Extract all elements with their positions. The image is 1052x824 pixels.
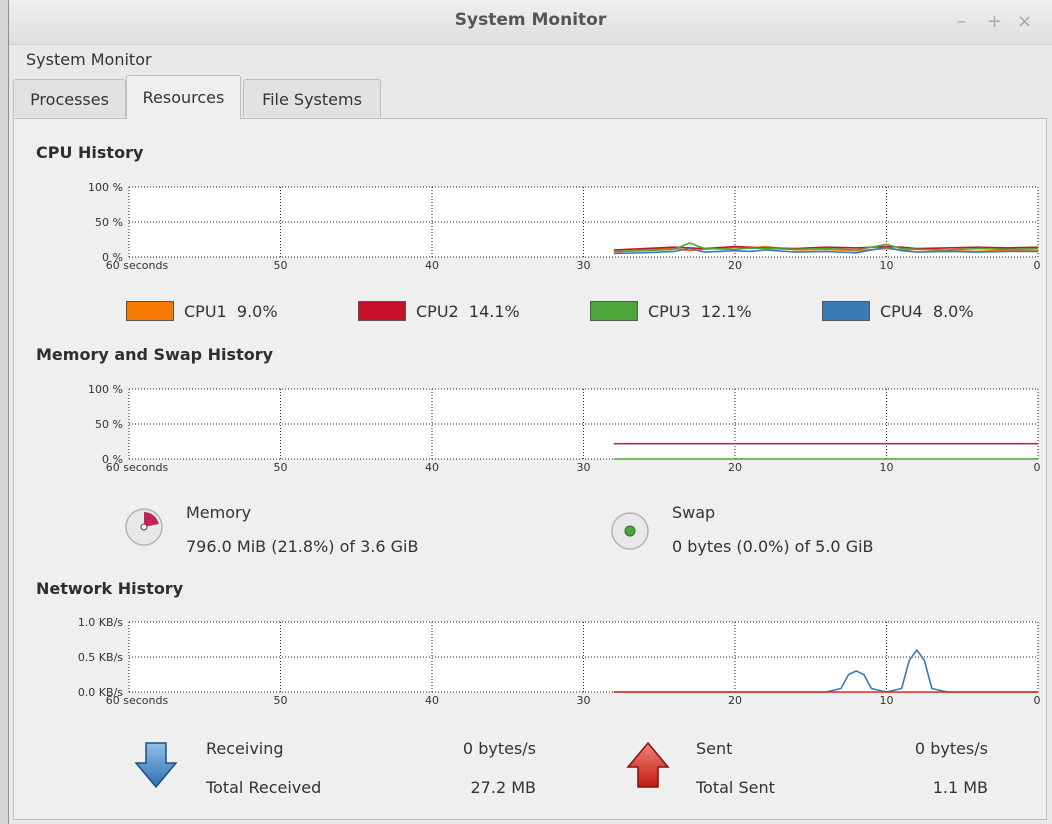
x-tick-label: 0: [1034, 461, 1041, 474]
cpu1-value: 9.0%: [236, 301, 278, 321]
cpu-history-graph: 100 %50 %0 %60 seconds 50 40 30 20 10 0: [88, 181, 1041, 272]
sent-label: Sent: [696, 739, 733, 758]
y-tick-label: 100 %: [88, 383, 123, 396]
memory-pie-icon[interactable]: [124, 507, 164, 547]
x-tick-label: 40: [425, 694, 439, 707]
x-tick-label: 20: [728, 694, 742, 707]
legend-cpu1[interactable]: CPU1 9.0%: [126, 301, 278, 321]
swap-value: 0 bytes (0.0%) of 5.0 GiB: [672, 537, 874, 556]
tab-processes[interactable]: Processes: [13, 79, 126, 117]
x-tick-label: 60 seconds: [106, 694, 169, 707]
total-sent-value: 1.1 MB: [932, 778, 988, 797]
maximize-icon[interactable]: +: [987, 11, 1002, 32]
cpu1-color-swatch[interactable]: [126, 301, 174, 321]
tab-file-systems[interactable]: File Systems: [243, 79, 381, 117]
x-tick-label: 0: [1034, 694, 1041, 707]
x-tick-label: 10: [880, 461, 894, 474]
total-received-value: 27.2 MB: [470, 778, 537, 797]
total-received-label: Total Received: [206, 778, 322, 797]
cpu1-label: CPU1: [184, 301, 227, 321]
memory-value: 796.0 MiB (21.8%) of 3.6 GiB: [186, 537, 419, 556]
cpu2-color-swatch[interactable]: [358, 301, 406, 321]
cpu3-label: CPU3: [648, 301, 691, 321]
resources-panel: CPU History 100 % 50 % 0 % 60 seconds 50 40 30…: [13, 118, 1047, 820]
tab-file-systems-label: File Systems: [262, 90, 362, 109]
x-tick-label: 20: [728, 259, 742, 272]
x-tick-label: 40: [425, 461, 439, 474]
x-tick-label: 50: [274, 694, 288, 707]
cpu4-color-swatch[interactable]: [822, 301, 870, 321]
y-tick-label: 0.5 KB/s: [78, 651, 123, 664]
network-history-title: Network History: [36, 579, 184, 598]
x-tick-label: 10: [880, 259, 894, 272]
x-tick-label: 40: [425, 259, 439, 272]
cpu3-value: 12.1%: [700, 301, 752, 321]
x-tick-label: 30: [577, 259, 591, 272]
y-tick-label: 50 %: [95, 216, 123, 229]
minimize-icon[interactable]: –: [957, 11, 966, 32]
receiving-label: Receiving: [206, 739, 284, 758]
sent-value: 0 bytes/s: [914, 739, 988, 758]
sent-arrow-icon[interactable]: [626, 741, 670, 789]
x-tick-label: 30: [577, 694, 591, 707]
cpu2-label: CPU2: [416, 301, 459, 321]
x-tick-label: 10: [880, 694, 894, 707]
network-history-graph: 1.0 KB/s0.5 KB/s0.0 KB/s60 seconds 50 40 30…: [78, 616, 1041, 707]
legend-cpu3[interactable]: CPU3 12.1%: [590, 301, 752, 321]
window-title: System Monitor: [454, 10, 607, 30]
cpu3-color-swatch[interactable]: [590, 301, 638, 321]
tab-resources[interactable]: Resources: [126, 75, 241, 119]
cpu4-label: CPU4: [880, 301, 923, 321]
receiving-value: 0 bytes/s: [462, 739, 536, 758]
menu-bar: System Monitor: [9, 44, 1052, 74]
legend-cpu4[interactable]: CPU4 8.0%: [822, 301, 974, 321]
title-bar[interactable]: System Monitor – + ×: [9, 0, 1052, 45]
x-tick-label: 0: [1034, 259, 1041, 272]
cpu2-value: 14.1%: [468, 301, 520, 321]
swap-pie-icon[interactable]: [610, 511, 650, 551]
x-tick-label: 60 seconds: [106, 461, 169, 474]
plot-area: [129, 622, 1038, 692]
tab-resources-label: Resources: [142, 88, 225, 107]
x-tick-label: 50: [274, 461, 288, 474]
memory-swap-history-title: Memory and Swap History: [36, 345, 274, 364]
receiving-arrow-icon[interactable]: [134, 741, 178, 789]
close-icon[interactable]: ×: [1017, 11, 1032, 32]
x-tick-label: 20: [728, 461, 742, 474]
tab-processes-label: Processes: [30, 90, 109, 109]
cpu-history-title: CPU History: [36, 143, 144, 162]
legend-cpu2[interactable]: CPU2 14.1%: [358, 301, 520, 321]
x-tick-label: 30: [577, 461, 591, 474]
y-tick-label: 50 %: [95, 418, 123, 431]
memory-label: Memory: [186, 503, 252, 522]
swap-label: Swap: [672, 503, 716, 522]
cpu4-value: 8.0%: [932, 301, 974, 321]
total-sent-label: Total Sent: [696, 778, 775, 797]
system-monitor-window: System Monitor – + × System Monitor Proc…: [8, 0, 1052, 824]
y-tick-label: 100 %: [88, 181, 123, 194]
x-tick-label: 50: [274, 259, 288, 272]
x-tick-label: 60 seconds: [106, 259, 169, 272]
menu-system-monitor[interactable]: System Monitor: [26, 50, 152, 69]
plot-area: [129, 389, 1038, 459]
y-tick-label: 1.0 KB/s: [78, 616, 123, 629]
memory-swap-history-graph: 100 %50 %0 %60 seconds 50 40 30 20 10 0: [88, 383, 1041, 474]
